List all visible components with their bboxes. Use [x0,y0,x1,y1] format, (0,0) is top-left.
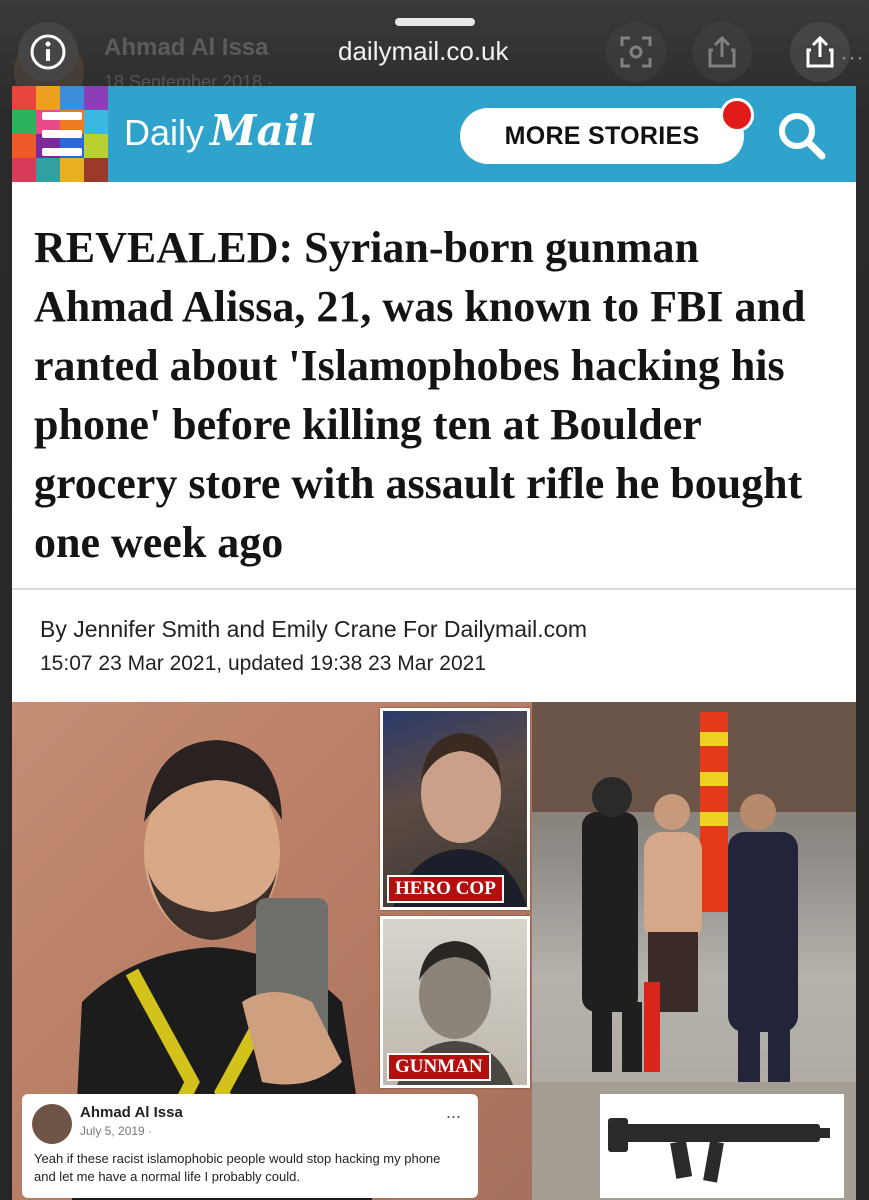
info-button[interactable] [18,22,78,82]
site-header: Daily Mail MORE STORIES [12,86,856,182]
share-icon [708,35,736,68]
info-icon [30,34,66,70]
daily-mail-logo[interactable]: Daily Mail [124,106,316,162]
avatar [32,1104,72,1144]
facebook-post-card: Ahmad Al Issa July 5, 2019 · ... Yeah if… [22,1094,478,1198]
search-icon[interactable] [772,106,832,166]
share-icon [806,35,834,68]
rifle-image-card [600,1094,844,1198]
post-author: Ahmad Al Issa [80,1104,183,1121]
notification-dot [720,98,754,132]
article-dateline: 15:07 23 Mar 2021, updated 19:38 23 Mar … [40,652,487,675]
scan-button[interactable] [606,22,666,82]
hamburger-menu-icon[interactable] [42,112,82,156]
scan-icon [620,36,652,68]
more-stories-label: MORE STORIES [504,121,700,150]
article-byline: By Jennifer Smith and Emily Crane For Da… [40,616,588,642]
gunman-inset: GUNMAN [380,916,530,1088]
hero-cop-label: HERO COP [387,875,504,903]
url-bar[interactable]: dailymail.co.uk [338,36,509,67]
share-button-faded[interactable] [692,22,752,82]
rifle-icon [608,1118,830,1183]
article-headline: REVEALED: Syrian-born gunman Ahmad Aliss… [34,223,806,567]
background-post-author: Ahmad Al Issa [104,34,269,61]
drag-handle[interactable] [395,18,475,26]
post-more-icon: ... [446,1102,462,1122]
article-page: Daily Mail MORE STORIES REVEALED: Syrian… [12,86,856,1200]
divider [12,588,856,590]
brand-mail: Mail [210,106,316,155]
post-text: Yeah if these racist islamophobic people… [34,1151,441,1184]
gunman-label: GUNMAN [387,1053,491,1081]
hero-cop-inset: HERO COP [380,708,530,910]
post-date: July 5, 2019 · [80,1124,153,1138]
overflow-dots: ··· [840,44,864,71]
more-stories-button[interactable]: MORE STORIES [460,108,744,164]
article-image-collage[interactable]: HERO COP GUNMAN Ahmad Al Issa July 5, 20… [12,702,856,1200]
brand-daily: Daily [124,112,205,153]
